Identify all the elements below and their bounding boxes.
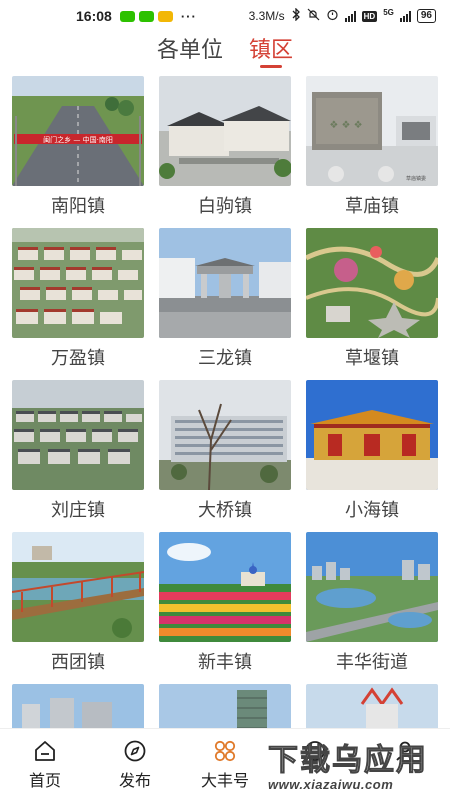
town-card-wanying[interactable]: 万盈镇: [12, 228, 144, 380]
mute-icon: [307, 8, 320, 24]
status-app-icons: [119, 10, 173, 22]
town-image: [306, 380, 438, 490]
tab-active-indicator: [260, 65, 282, 68]
nav-label: 发布: [118, 773, 151, 790]
town-card-nanyang[interactable]: 闽门之乡 — 中国·南阳 南阳镇: [12, 76, 144, 228]
town-card-liuzhuang[interactable]: 刘庄镇: [12, 380, 144, 532]
town-name: 刘庄镇: [51, 500, 105, 520]
battery-indicator: 96: [416, 9, 436, 23]
tab-label: 各单位: [156, 37, 223, 62]
grid-icon: [214, 740, 236, 762]
svg-text:❖ ❖ ❖: ❖ ❖ ❖: [329, 120, 362, 131]
nav-home[interactable]: 首页: [0, 729, 90, 800]
tab-towns[interactable]: 镇区: [249, 30, 293, 70]
wechat-icon: [119, 10, 135, 22]
town-name: 丰华街道: [336, 652, 408, 672]
town-card-sanlong[interactable]: 三龙镇: [159, 228, 291, 380]
nav-tab-4[interactable]: [270, 729, 360, 800]
town-image: [306, 228, 438, 338]
town-name: 西团镇: [51, 652, 105, 672]
nav-label: 首页: [28, 773, 61, 790]
town-card-caomiao[interactable]: ❖ ❖ ❖ 草庙镇委 草庙镇: [306, 76, 438, 228]
hd-badge: HD: [361, 10, 378, 22]
town-name: 小海镇: [345, 500, 399, 520]
town-card-xiaohai[interactable]: 小海镇: [306, 380, 438, 532]
town-name: 三龙镇: [198, 348, 252, 368]
town-card-baiju[interactable]: 白驹镇: [159, 76, 291, 228]
tab5-icon: [396, 741, 414, 761]
town-image: 闽门之乡 — 中国·南阳: [12, 76, 144, 186]
top-tabs: 各单位 镇区: [0, 30, 450, 70]
bluetooth-icon: [291, 7, 301, 24]
town-image: [12, 228, 144, 338]
town-image: [12, 532, 144, 642]
town-card-fenghua[interactable]: 丰华街道: [306, 532, 438, 684]
nav-tab-5[interactable]: [360, 729, 450, 800]
status-more-dots: ···: [180, 8, 197, 24]
town-name: 白驹镇: [198, 196, 252, 216]
town-image: [159, 380, 291, 490]
home-icon: [35, 741, 55, 761]
town-image: ❖ ❖ ❖ 草庙镇委: [306, 76, 438, 186]
town-name: 万盈镇: [51, 348, 105, 368]
status-time: 16:08: [76, 8, 112, 24]
nav-publish[interactable]: 发布: [90, 729, 180, 800]
alarm-icon: [326, 8, 339, 24]
town-card-xituan[interactable]: 西团镇: [12, 532, 144, 684]
town-card-daqiao[interactable]: 大桥镇: [159, 380, 291, 532]
tab-units[interactable]: 各单位: [157, 30, 223, 70]
signal-icon: [344, 10, 356, 22]
tab4-icon: [305, 741, 325, 761]
town-name: 大桥镇: [198, 500, 252, 520]
status-right: 3.3M/s HD 5G 96: [248, 7, 436, 24]
town-name: 新丰镇: [198, 652, 252, 672]
tab-label: 镇区: [249, 37, 294, 62]
town-image: [159, 76, 291, 186]
town-image: [159, 532, 291, 642]
bottom-nav: 首页 发布 大丰号: [0, 728, 450, 800]
nav-dafenghao[interactable]: 大丰号: [180, 729, 270, 800]
town-image: [306, 532, 438, 642]
network-speed: 3.3M/s: [248, 9, 285, 23]
message-icon: [157, 10, 173, 22]
town-image: [159, 228, 291, 338]
town-name: 南阳镇: [51, 196, 105, 216]
signal-icon-2: [399, 10, 411, 22]
town-name: 草庙镇: [345, 196, 399, 216]
town-grid: 闽门之乡 — 中国·南阳 南阳镇 白驹镇 ❖ ❖ ❖ 草庙镇委 草庙镇 万盈镇 …: [12, 76, 438, 744]
banner-text: 闽门之乡 — 中国·南阳: [43, 135, 113, 144]
wechat-icon: [138, 10, 154, 22]
town-image: [12, 380, 144, 490]
town-card-xinfeng[interactable]: 新丰镇: [159, 532, 291, 684]
image-caption: 草庙镇委: [406, 175, 426, 182]
compass-icon: [124, 740, 146, 762]
town-card-caoyan[interactable]: 草堰镇: [306, 228, 438, 380]
town-name: 草堰镇: [345, 348, 399, 368]
network-type-badge: 5G: [383, 8, 394, 17]
status-bar: 16:08 ··· 3.3M/s HD 5G 96: [0, 0, 450, 32]
nav-label: 大丰号: [200, 773, 249, 790]
